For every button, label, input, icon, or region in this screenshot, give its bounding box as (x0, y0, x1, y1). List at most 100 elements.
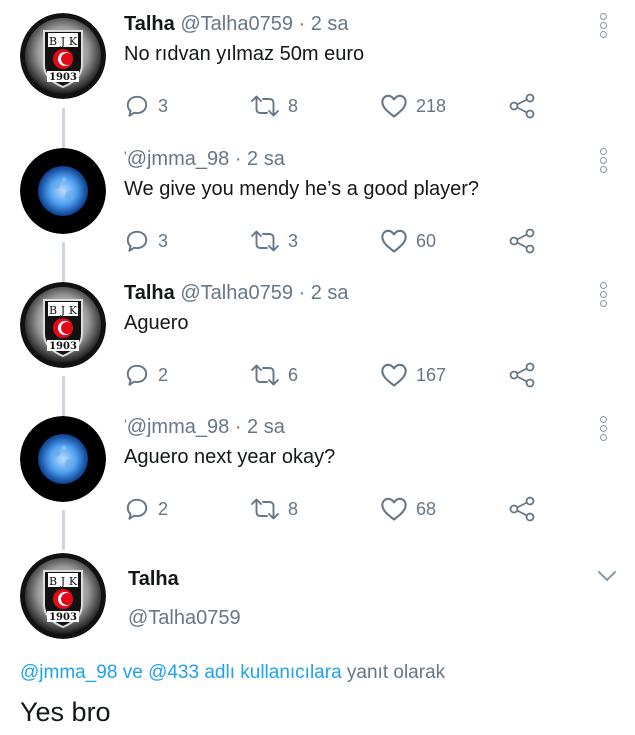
timestamp[interactable]: 2 sa (247, 148, 285, 170)
like-icon (381, 229, 407, 253)
retweet-count: 8 (288, 498, 299, 519)
separator: · (234, 416, 242, 438)
like-count: 167 (416, 364, 447, 385)
more-icon[interactable] (598, 416, 608, 442)
retweet-icon (251, 230, 279, 252)
thread-line (62, 510, 65, 550)
retweet-button[interactable]: 8 (250, 492, 298, 526)
tweet-header: Talha @Talha0759 · 2 sa (124, 13, 349, 36)
moon-avatar-icon (20, 148, 106, 234)
chevron-down-icon[interactable] (596, 568, 618, 584)
logo-letter: K (69, 35, 78, 48)
user-handle[interactable]: @jmma_98 (127, 148, 230, 170)
retweet-button[interactable]: 8 (250, 89, 298, 123)
avatar[interactable] (20, 416, 106, 502)
more-icon[interactable] (598, 148, 608, 174)
timestamp[interactable]: 2 sa (311, 13, 349, 35)
tweet-header: Talha @Talha0759 · 2 sa (124, 282, 349, 305)
reply-context: @jmma_98 ve @433 adlı kullanıcılara yanı… (20, 662, 445, 684)
thread-line (62, 242, 65, 282)
share-icon (509, 362, 535, 388)
reply-context-text: ve (117, 662, 149, 683)
retweet-icon (251, 95, 279, 117)
share-button[interactable] (508, 224, 536, 258)
like-button[interactable]: 167 (380, 358, 446, 392)
user-handle[interactable]: @Talha0759 (180, 282, 293, 304)
display-name[interactable]: Talha (124, 13, 175, 35)
retweet-icon (251, 364, 279, 386)
like-icon (381, 497, 407, 521)
avatar[interactable]: B J K 1903 (20, 553, 106, 639)
like-icon (381, 94, 407, 118)
avatar[interactable]: B J K 1903 (20, 13, 106, 99)
avatar[interactable]: B J K 1903 (20, 282, 106, 368)
like-button[interactable]: 68 (380, 492, 436, 526)
more-icon[interactable] (598, 282, 608, 308)
share-button[interactable] (508, 89, 536, 123)
timestamp[interactable]: 2 sa (311, 282, 349, 304)
logo-year: 1903 (49, 72, 77, 83)
reply-icon (126, 230, 148, 252)
share-icon (509, 93, 535, 119)
retweet-icon (251, 498, 279, 520)
separator: · (298, 13, 306, 35)
tweet-actions: 2 6 167 (124, 358, 544, 392)
share-button[interactable] (508, 492, 536, 526)
reply-icon (126, 364, 148, 386)
logo-letter: J (60, 304, 65, 317)
logo-year: 1903 (49, 341, 77, 352)
bjk-logo-icon: B J K 1903 (20, 13, 106, 99)
display-name[interactable]: Talha (124, 282, 175, 304)
bjk-logo-icon: B J K 1903 (20, 553, 106, 639)
mention-link[interactable]: @jmma_98 (20, 662, 117, 683)
retweet-button[interactable]: 6 (250, 358, 298, 392)
share-button[interactable] (508, 358, 536, 392)
retweet-count: 6 (288, 364, 299, 385)
tweet-text: No rıdvan yılmaz 50m euro (124, 43, 365, 65)
tweet-actions: 2 8 68 (124, 492, 544, 526)
tweet-header: ʹ@jmma_98 · 2 sa (124, 148, 285, 171)
tweet-text: Aguero next year okay? (124, 446, 336, 468)
thread-line (62, 376, 65, 416)
reply-button[interactable]: 2 (124, 358, 168, 392)
user-handle[interactable]: @jmma_98 (127, 416, 230, 438)
reply-count: 3 (158, 230, 169, 251)
reply-context-text: yanıt olarak (341, 662, 446, 683)
tweet-text: We give you mendy he’s a good player? (124, 178, 480, 200)
tweet-text: Yes bro (20, 697, 111, 727)
logo-letter: K (69, 575, 78, 588)
logo-year: 1903 (49, 612, 77, 623)
logo-letter: B (49, 304, 57, 317)
separator: · (234, 148, 242, 170)
reply-button[interactable]: 3 (124, 89, 168, 123)
reply-count: 2 (158, 364, 169, 385)
logo-letter: B (49, 575, 57, 588)
bjk-logo-icon: B J K 1903 (20, 282, 106, 368)
thread-line (62, 108, 65, 148)
display-name[interactable]: Talha (128, 568, 179, 591)
reply-icon (126, 95, 148, 117)
more-icon[interactable] (598, 13, 608, 39)
timestamp[interactable]: 2 sa (247, 416, 285, 438)
logo-letter: K (69, 304, 78, 317)
like-icon (381, 363, 407, 387)
retweet-count: 3 (288, 230, 299, 251)
retweet-button[interactable]: 3 (250, 224, 298, 258)
like-count: 218 (416, 95, 447, 116)
users-link[interactable]: adlı kullanıcılara (199, 662, 341, 683)
like-count: 68 (416, 498, 437, 519)
like-button[interactable]: 60 (380, 224, 436, 258)
reply-button[interactable]: 3 (124, 224, 168, 258)
like-count: 60 (416, 230, 437, 251)
reply-button[interactable]: 2 (124, 492, 168, 526)
mention-link[interactable]: @433 (148, 662, 199, 683)
reply-count: 2 (158, 498, 169, 519)
avatar[interactable] (20, 148, 106, 234)
tweet-header: ʹ@jmma_98 · 2 sa (124, 416, 285, 439)
like-button[interactable]: 218 (380, 89, 446, 123)
user-handle[interactable]: @Talha0759 (180, 13, 293, 35)
logo-letter: B (49, 35, 57, 48)
user-handle[interactable]: @Talha0759 (128, 607, 241, 630)
separator: · (298, 282, 306, 304)
logo-letter: J (60, 35, 65, 48)
